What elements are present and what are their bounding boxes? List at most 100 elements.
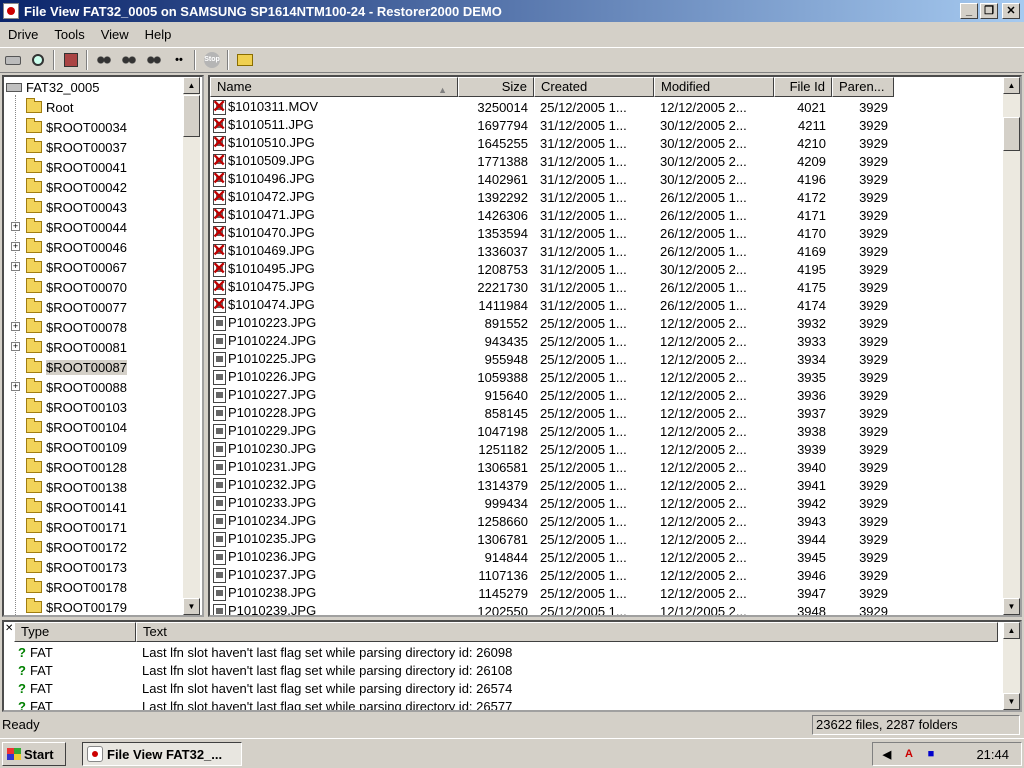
tree-item[interactable]: $ROOT00173 [26, 557, 127, 577]
tree-item[interactable]: $ROOT00087 [26, 357, 127, 377]
table-row[interactable]: P1010236.JPG 914844 25/12/2005 1... 12/12/2… [210, 548, 894, 566]
stop-button[interactable]: Stop [200, 49, 224, 71]
log-row[interactable]: ? FAT Last lfn slot haven't last flag set … [18, 697, 512, 711]
tree-item[interactable]: $ROOT00138 [26, 477, 127, 497]
tree-scrollbar[interactable]: ▲ ▼ [183, 77, 200, 615]
log-row[interactable]: ? FAT Last lfn slot haven't last flag set … [18, 679, 512, 697]
app-icon[interactable] [3, 3, 19, 19]
up-folder-button[interactable] [233, 49, 257, 71]
menu-tools[interactable]: Tools [46, 25, 92, 44]
tree-item[interactable]: $ROOT00070 [26, 277, 127, 297]
table-row[interactable]: $1010469.JPG 1336037 31/12/2005 1... 26/12/… [210, 242, 894, 260]
table-row[interactable]: P1010224.JPG 943435 25/12/2005 1... 12/12/2… [210, 332, 894, 350]
tree-item[interactable]: $ROOT00034 [26, 117, 127, 137]
tree-expander-icon[interactable]: + [11, 382, 20, 391]
tree-expander-icon[interactable]: + [11, 262, 20, 271]
tree-item[interactable]: $ROOT00172 [26, 537, 127, 557]
scroll-down-icon[interactable]: ▼ [183, 598, 200, 615]
table-row[interactable]: P1010230.JPG 1251182 25/12/2005 1... 12/12/… [210, 440, 894, 458]
scroll-down-icon[interactable]: ▼ [1003, 598, 1020, 615]
tree-item[interactable]: $ROOT00178 [26, 577, 127, 597]
scroll-down-icon[interactable]: ▼ [1003, 693, 1020, 710]
properties-button[interactable] [59, 49, 83, 71]
tree-item[interactable]: Root [26, 97, 73, 117]
scroll-thumb[interactable] [1003, 117, 1020, 151]
file-list[interactable]: Name ▲ Size Created Modified File Id Pare… [208, 75, 1022, 617]
table-row[interactable]: $1010496.JPG 1402961 31/12/2005 1... 30/12/… [210, 170, 894, 188]
restore-button[interactable]: ❐ [980, 3, 998, 19]
table-row[interactable]: P1010228.JPG 858145 25/12/2005 1... 12/12/2… [210, 404, 894, 422]
tree-root[interactable]: FAT32_0005 [6, 77, 99, 97]
table-row[interactable]: P1010229.JPG 1047198 25/12/2005 1... 12/12/… [210, 422, 894, 440]
tree-item[interactable]: $ROOT00044 [26, 217, 127, 237]
tree-expander-icon[interactable]: + [11, 222, 20, 231]
network-icon[interactable]: ■ [923, 746, 939, 762]
taskbar-window-button[interactable]: File View FAT32_... [82, 742, 242, 766]
table-row[interactable]: P1010239.JPG 1202550 25/12/2005 1... 12/12/… [210, 602, 894, 615]
tree-item[interactable]: $ROOT00179 [26, 597, 127, 615]
tree-item[interactable]: $ROOT00088 [26, 377, 127, 397]
table-row[interactable]: $1010472.JPG 1392292 31/12/2005 1... 26/12/… [210, 188, 894, 206]
tree-expander-icon[interactable]: + [11, 322, 20, 331]
volume-icon[interactable]: ◀ [879, 746, 895, 762]
tree-item[interactable]: $ROOT00171 [26, 517, 127, 537]
log-row[interactable]: ? FAT Last lfn slot haven't last flag set … [18, 661, 512, 679]
scroll-thumb[interactable] [183, 95, 200, 137]
log-row[interactable]: ? FAT Last lfn slot haven't last flag set … [18, 643, 512, 661]
tree-item[interactable]: $ROOT00109 [26, 437, 127, 457]
column-header-name[interactable]: Name ▲ [210, 77, 458, 97]
table-row[interactable]: P1010233.JPG 999434 25/12/2005 1... 12/12/2… [210, 494, 894, 512]
table-row[interactable]: $1010474.JPG 1411984 31/12/2005 1... 26/12/… [210, 296, 894, 314]
tree-item[interactable]: $ROOT00077 [26, 297, 127, 317]
table-row[interactable]: P1010227.JPG 915640 25/12/2005 1... 12/12/2… [210, 386, 894, 404]
tree-item[interactable]: $ROOT00128 [26, 457, 127, 477]
scroll-up-icon[interactable]: ▲ [183, 77, 200, 94]
menu-view[interactable]: View [93, 25, 137, 44]
start-button[interactable]: Start [2, 742, 66, 766]
table-row[interactable]: P1010237.JPG 1107136 25/12/2005 1... 12/12/… [210, 566, 894, 584]
tree-item[interactable]: $ROOT00104 [26, 417, 127, 437]
table-row[interactable]: $1010475.JPG 2221730 31/12/2005 1... 26/12/… [210, 278, 894, 296]
log-close-icon[interactable]: ✕ [5, 623, 13, 634]
table-row[interactable]: P1010231.JPG 1306581 25/12/2005 1... 12/12/… [210, 458, 894, 476]
tree-item[interactable]: $ROOT00103 [26, 397, 127, 417]
menu-help[interactable]: Help [137, 25, 180, 44]
table-row[interactable]: $1010511.JPG 1697794 31/12/2005 1... 30/12/… [210, 116, 894, 134]
log-scrollbar[interactable]: ▲ ▼ [1003, 622, 1020, 710]
log-panel[interactable]: ✕ Type Text ? FAT Last lfn slot haven't la… [2, 620, 1022, 712]
column-header-size[interactable]: Size [458, 77, 534, 97]
tree-item[interactable]: $ROOT00081 [26, 337, 127, 357]
scroll-up-icon[interactable]: ▲ [1003, 77, 1020, 94]
file-list-scrollbar[interactable]: ▲ ▼ [1003, 77, 1020, 615]
table-row[interactable]: P1010235.JPG 1306781 25/12/2005 1... 12/12/… [210, 530, 894, 548]
table-row[interactable]: P1010225.JPG 955948 25/12/2005 1... 12/12/2… [210, 350, 894, 368]
column-header-file-id[interactable]: File Id [774, 77, 832, 97]
table-row[interactable]: P1010238.JPG 1145279 25/12/2005 1... 12/12/… [210, 584, 894, 602]
mask-button[interactable]: •• [167, 49, 191, 71]
find-button[interactable] [92, 49, 116, 71]
tree-item[interactable]: $ROOT00043 [26, 197, 127, 217]
scan-button[interactable] [26, 49, 50, 71]
table-row[interactable]: $1010495.JPG 1208753 31/12/2005 1... 30/12/… [210, 260, 894, 278]
tree-item[interactable]: $ROOT00041 [26, 157, 127, 177]
log-column-text[interactable]: Text [136, 622, 998, 642]
tree-item[interactable]: $ROOT00042 [26, 177, 127, 197]
minimize-button[interactable]: _ [960, 3, 978, 19]
table-row[interactable]: $1010509.JPG 1771388 31/12/2005 1... 30/12/… [210, 152, 894, 170]
tree-expander-icon[interactable]: + [11, 342, 20, 351]
find-next-button[interactable] [117, 49, 141, 71]
tree-item[interactable]: $ROOT00046 [26, 237, 127, 257]
table-row[interactable]: $1010470.JPG 1353594 31/12/2005 1... 26/12/… [210, 224, 894, 242]
log-column-type[interactable]: Type [14, 622, 136, 642]
table-row[interactable]: $1010311.MOV 3250014 25/12/2005 1... 12/12/… [210, 98, 894, 116]
table-row[interactable]: P1010226.JPG 1059388 25/12/2005 1... 12/12/… [210, 368, 894, 386]
drive-button[interactable] [1, 49, 25, 71]
table-row[interactable]: P1010223.JPG 891552 25/12/2005 1... 12/12/2… [210, 314, 894, 332]
antivirus-icon[interactable]: A [901, 746, 917, 762]
table-row[interactable]: P1010234.JPG 1258660 25/12/2005 1... 12/12/… [210, 512, 894, 530]
table-row[interactable]: $1010471.JPG 1426306 31/12/2005 1... 26/12/… [210, 206, 894, 224]
column-header-created[interactable]: Created [534, 77, 654, 97]
folder-tree[interactable]: FAT32_0005 Root $ROOT00034 $ROOT00037 $ROOT… [2, 75, 204, 617]
column-header-parent[interactable]: Paren... [832, 77, 894, 97]
tree-item[interactable]: $ROOT00078 [26, 317, 127, 337]
